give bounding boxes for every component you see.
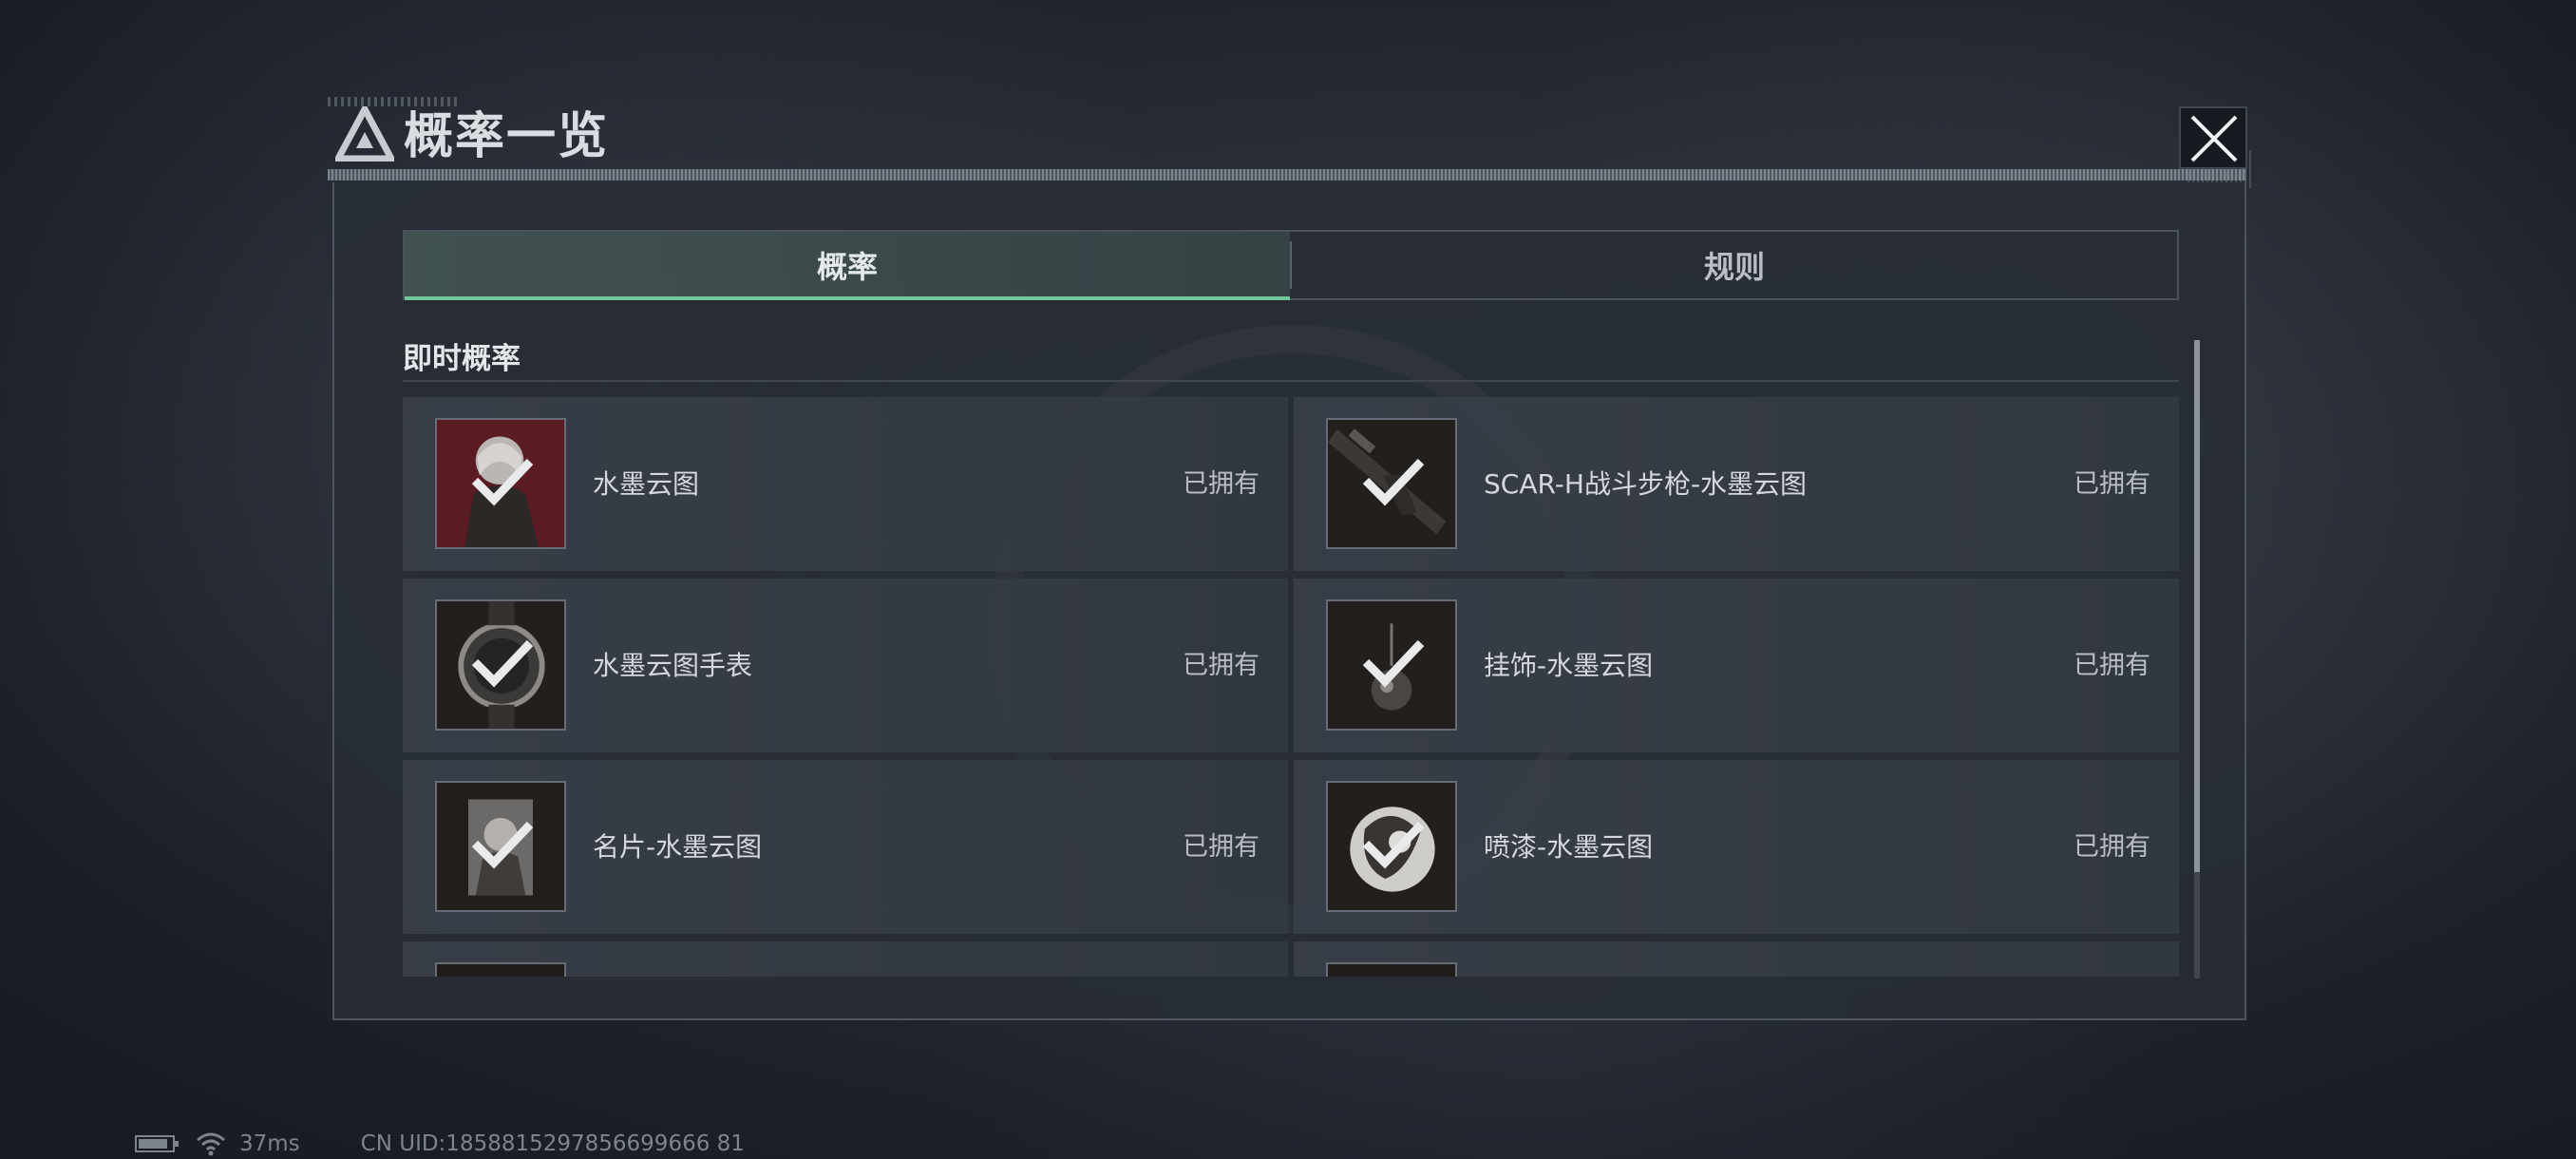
item-thumbnail [435,599,566,731]
list-item[interactable]: 水墨云图 已拥有 [403,397,1288,571]
item-status: 已拥有 [2074,469,2150,499]
item-thumbnail [435,962,566,977]
close-icon [2190,115,2238,162]
dialog-header: 概率一览 [328,95,2254,188]
owned-check-icon [471,458,534,506]
header-stripe [328,150,2254,188]
triangle-logo-icon [335,106,394,162]
wifi-icon [197,1132,225,1156]
item-status: 已拥有 [1183,832,1260,862]
ping-readout: 37ms [239,1131,300,1156]
item-name: 喷漆-水墨云图 [1484,831,1654,863]
list-item[interactable]: 水墨云图手表 已拥有 [403,579,1288,752]
item-thumbnail [1326,599,1457,731]
item-name: 水墨云图 [593,468,700,500]
item-name: SCAR-H战斗步枪-水墨云图 [1484,468,1808,500]
owned-check-icon [471,821,534,869]
system-status-bar: 37ms CN UID:1858815297856699666 81 [135,1130,745,1157]
list-item[interactable] [403,941,1288,977]
item-status: 已拥有 [2074,651,2150,680]
item-name: 挂饰-水墨云图 [1484,650,1654,681]
tab-rules[interactable]: 规则 [1292,232,2177,298]
item-name: 水墨云图手表 [593,650,753,681]
item-thumbnail [1326,962,1457,977]
item-thumbnail [435,418,566,549]
owned-check-icon [471,639,534,688]
list-scrollbar[interactable] [2194,340,2200,978]
tab-label: 规则 [1703,249,1765,285]
item-list[interactable]: 水墨云图 已拥有 SCAR-H战斗步枪-水墨云图 已拥有 水墨云图手表 已拥有 … [403,397,2179,977]
list-item[interactable]: SCAR-H战斗步枪-水墨云图 已拥有 [1294,397,2179,571]
item-thumbnail [1326,418,1457,549]
battery-icon [135,1135,179,1152]
item-thumbnail [435,781,566,912]
item-status: 已拥有 [1183,469,1260,499]
tab-label: 概率 [816,249,878,285]
owned-check-icon [1362,458,1425,506]
item-status: 已拥有 [2074,832,2150,862]
page-title: 概率一览 [404,108,610,165]
close-button[interactable] [2179,106,2247,169]
list-item[interactable] [1294,941,2179,977]
user-uid: CN UID:1858815297856699666 81 [360,1131,745,1156]
item-status: 已拥有 [1183,651,1260,680]
section-divider [403,380,2179,382]
item-name: 名片-水墨云图 [593,831,763,863]
item-thumbnail [1326,781,1457,912]
list-item[interactable]: 挂饰-水墨云图 已拥有 [1294,579,2179,752]
owned-check-icon [1362,639,1425,688]
owned-check-icon [1362,821,1425,869]
scrollbar-thumb[interactable] [2194,340,2200,872]
tab-bar: 概率 规则 [403,230,2179,300]
list-item[interactable]: 喷漆-水墨云图 已拥有 [1294,760,2179,934]
list-item[interactable]: 名片-水墨云图 已拥有 [403,760,1288,934]
section-title: 即时概率 [403,342,521,376]
probability-panel: 概率 规则 即时概率 水墨云图 已拥有 SCAR-H战斗步枪-水墨云图 已拥有 … [332,182,2246,1020]
tab-probability[interactable]: 概率 [405,232,1290,300]
